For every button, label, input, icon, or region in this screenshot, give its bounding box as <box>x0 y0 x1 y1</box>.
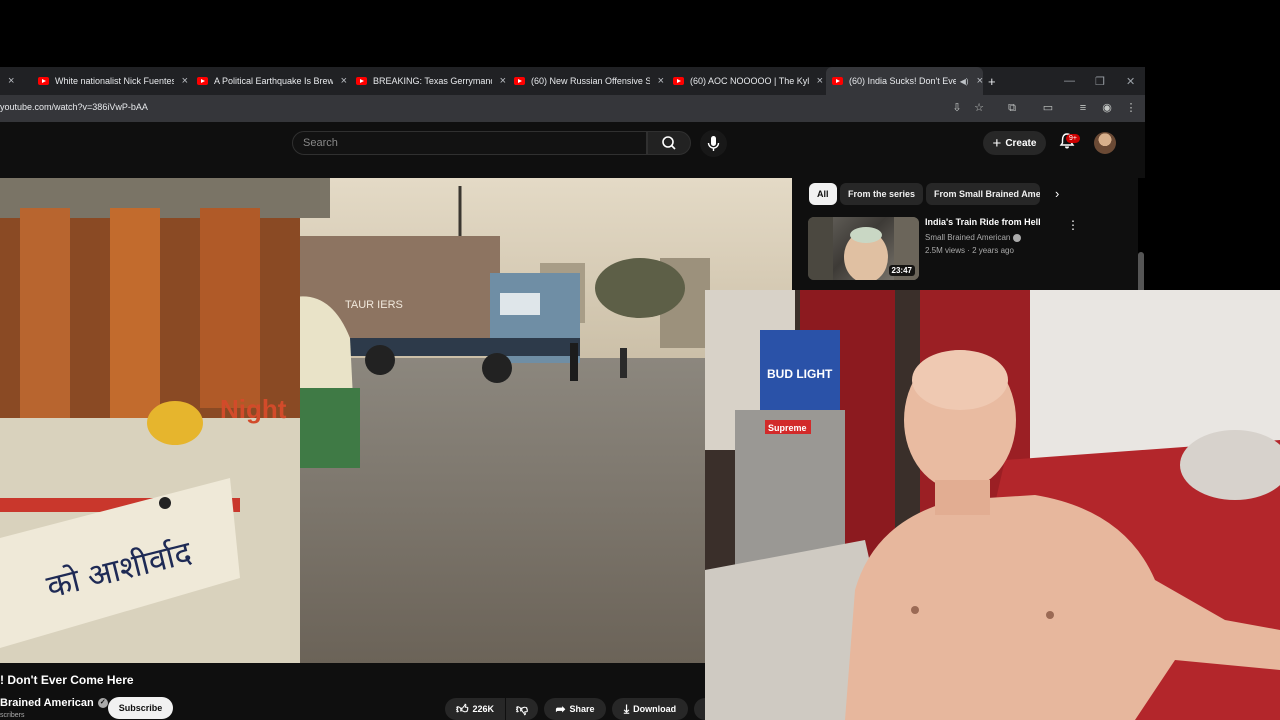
tab-0[interactable]: White nationalist Nick Fuentes × <box>38 67 188 95</box>
channel-name-row[interactable]: Brained American ✓ <box>0 697 108 709</box>
subscribe-button[interactable]: Subscribe <box>108 697 173 719</box>
recommended-channel-row[interactable]: Small Brained American <box>925 233 1022 242</box>
verified-check-icon <box>1013 233 1022 242</box>
video-info: ! Don't Ever Come Here Brained American … <box>0 663 705 720</box>
channel-name[interactable]: Brained American <box>0 697 94 709</box>
video-duration: 23:47 <box>888 265 915 276</box>
tab-4[interactable]: (60) AOC NOOOOO | The Kyle × <box>673 67 823 95</box>
more-actions-button[interactable] <box>694 698 705 720</box>
recommended-channel[interactable]: Small Brained American <box>925 233 1010 242</box>
youtube-favicon-icon <box>514 77 525 85</box>
youtube-favicon-icon <box>38 77 49 85</box>
close-tab-icon[interactable]: × <box>341 75 347 87</box>
url-field[interactable]: youtube.com/watch?v=386iVwP-bAA <box>0 102 148 112</box>
dislike-button[interactable]: 👎︎ <box>506 698 538 720</box>
thumbs-up-icon: 👍︎ <box>455 701 469 716</box>
verified-check-icon: ✓ <box>97 698 108 708</box>
decorated-truck: Night को आशीर्वाद <box>0 178 330 663</box>
truck-lettering: TAUR IERS <box>345 299 403 311</box>
youtube-header: Search + Create 9+ <box>0 122 1145 417</box>
tab-2[interactable]: BREAKING: Texas Gerrymander × <box>356 67 506 95</box>
youtube-favicon-icon <box>832 77 843 85</box>
create-label: Create <box>1005 137 1037 149</box>
chip-all[interactable]: All <box>809 183 837 205</box>
tab-5-active[interactable]: (60) India Sucks! Don't Ever ◀) × <box>826 67 983 95</box>
webcam-frame: BUD LIGHT Supreme <box>705 290 1280 720</box>
tab-title: A Political Earthquake Is Brewin <box>214 76 333 86</box>
truck-night-lettering: Night <box>220 394 287 424</box>
extensions-icon[interactable]: ⧉ <box>1005 101 1019 115</box>
speaker-icon[interactable]: ◀) <box>960 77 969 86</box>
chip-from-channel[interactable]: From Small Brained Ame <box>926 183 1040 205</box>
download-button[interactable]: ⤓ Download <box>612 698 688 720</box>
media-control-icon[interactable]: ≡ <box>1076 101 1090 115</box>
video-title: ! Don't Ever Come Here <box>0 673 134 687</box>
install-app-icon[interactable]: ⇩ <box>950 101 964 115</box>
chip-from-series[interactable]: From the series <box>840 183 924 205</box>
download-label: Download <box>633 704 677 714</box>
microphone-icon <box>707 136 720 151</box>
share-label: Share <box>569 704 595 714</box>
share-button[interactable]: ➦ Share <box>544 698 606 720</box>
video-frame: TAUR IERS Night को आशीर्वाद <box>0 178 792 663</box>
voice-search-button[interactable] <box>700 130 727 157</box>
supreme-sticker-text: Supreme <box>768 423 807 433</box>
chevron-right-icon[interactable]: › <box>1055 186 1059 201</box>
recommended-meta: 2.5M views · 2 years ago <box>925 246 1014 255</box>
close-tab-icon[interactable]: × <box>658 75 664 87</box>
minimize-icon[interactable]: — <box>1064 67 1075 95</box>
close-tab-icon[interactable]: × <box>817 75 823 87</box>
tab-title: White nationalist Nick Fuentes <box>55 76 174 86</box>
recommended-menu-icon[interactable]: ⋮ <box>1067 218 1079 232</box>
create-button[interactable]: + Create <box>983 131 1046 155</box>
new-tab-button[interactable]: + <box>988 67 1002 95</box>
webcam-overlay: BUD LIGHT Supreme <box>705 290 1280 720</box>
recommendations-panel: All From the series From Small Brained A… <box>792 178 1138 290</box>
download-icon: ⤓ <box>623 701 630 716</box>
search-icon <box>662 136 676 150</box>
like-count: 226K <box>472 704 495 714</box>
close-tab-icon[interactable]: × <box>500 75 506 87</box>
tab-title: BREAKING: Texas Gerrymander <box>373 76 492 86</box>
search-button[interactable] <box>647 131 691 155</box>
sidepanel-icon[interactable]: ▭ <box>1041 101 1055 115</box>
tab-title: (60) New Russian Offensive STI <box>531 76 650 86</box>
tab-3[interactable]: (60) New Russian Offensive STI × <box>514 67 664 95</box>
youtube-favicon-icon <box>197 77 208 85</box>
bud-light-text: BUD LIGHT <box>767 367 833 381</box>
youtube-favicon-icon <box>673 77 684 85</box>
profile-icon[interactable]: ◉ <box>1100 101 1114 115</box>
close-tab-icon[interactable]: × <box>182 75 188 87</box>
recommended-title[interactable]: India's Train Ride from Hell <box>925 217 1041 227</box>
tree <box>595 258 685 318</box>
tab-1[interactable]: A Political Earthquake Is Brewin × <box>197 67 347 95</box>
video-player[interactable]: TAUR IERS Night को आशीर्वाद <box>0 178 792 663</box>
tab-strip: × White nationalist Nick Fuentes × A Pol… <box>0 67 1145 95</box>
recommended-thumbnail[interactable]: 23:47 <box>808 217 919 280</box>
tab-title: (60) India Sucks! Don't Ever <box>849 76 956 86</box>
address-bar-row: youtube.com/watch?v=386iVwP-bAA ⇩ ☆ ⧉ ▭ … <box>0 95 1145 122</box>
close-tab-icon[interactable]: × <box>977 75 983 87</box>
thumbs-down-icon: 👎︎ <box>515 701 529 716</box>
notifications-badge: 9+ <box>1066 134 1080 143</box>
subscriber-count: scribers <box>0 712 25 719</box>
pedestrian <box>570 343 578 381</box>
share-arrow-icon: ➦ <box>555 702 566 716</box>
account-avatar[interactable] <box>1094 132 1116 154</box>
search-input[interactable]: Search <box>292 131 647 155</box>
maximize-icon[interactable]: ❐ <box>1095 67 1105 95</box>
bookmark-star-icon[interactable]: ☆ <box>972 101 986 115</box>
like-button[interactable]: 👍︎ 226K <box>445 698 505 720</box>
window-close-icon[interactable]: ✕ <box>1126 67 1135 95</box>
plus-icon: + <box>988 73 996 89</box>
tab-partial[interactable]: × <box>0 67 24 95</box>
menu-kebab-icon[interactable]: ⋮ <box>1124 101 1138 115</box>
close-tab-icon[interactable]: × <box>8 75 14 87</box>
search-placeholder: Search <box>303 137 338 149</box>
tab-title: (60) AOC NOOOOO | The Kyle <box>690 76 809 86</box>
plus-icon: + <box>992 134 1002 152</box>
pedestrian <box>620 348 627 378</box>
youtube-favicon-icon <box>356 77 367 85</box>
